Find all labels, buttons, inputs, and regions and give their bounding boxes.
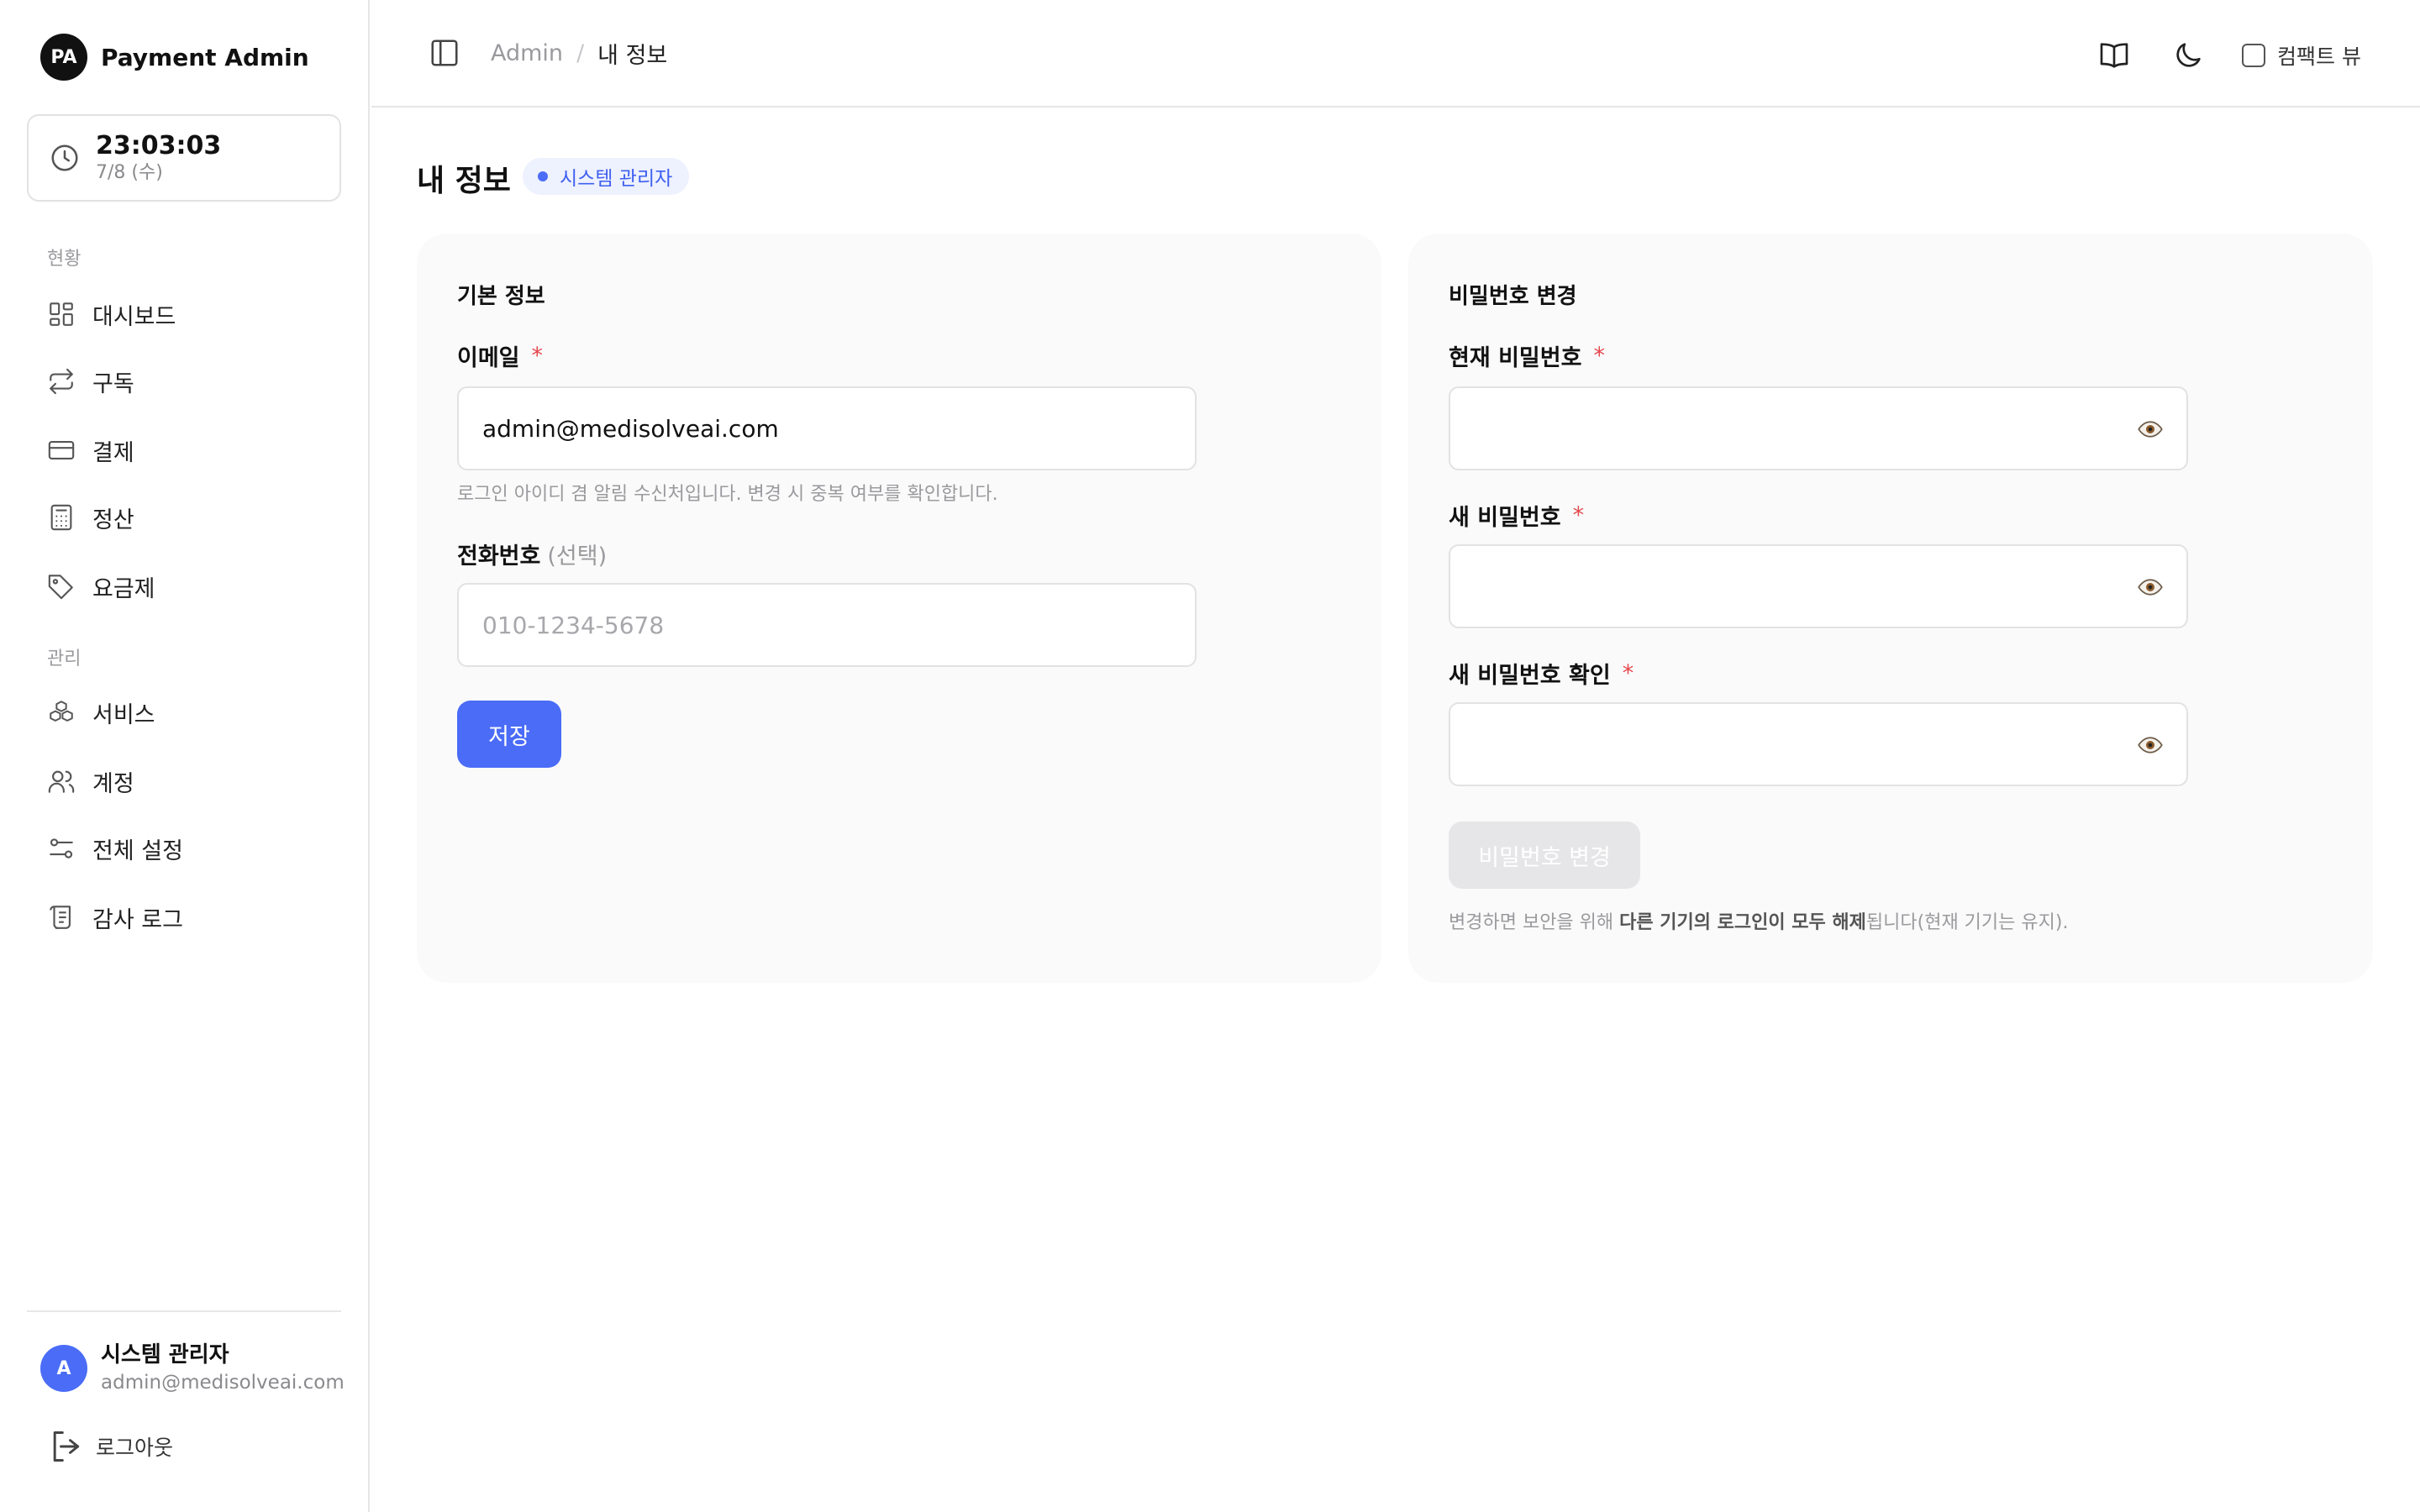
- sidebar-item-label: 전체 설정: [92, 837, 183, 864]
- save-button[interactable]: 저장: [457, 701, 561, 768]
- sidebar-item-label: 계정: [92, 770, 134, 797]
- sidebar-item-label: 대시보드: [92, 303, 176, 330]
- new-password-label-text: 새 비밀번호: [1449, 505, 1561, 531]
- user-profile[interactable]: A 시스템 관리자 admin@medisolveai.com: [40, 1341, 345, 1396]
- phone-field[interactable]: 010-1234-5678: [457, 583, 1197, 667]
- brand-title: Payment Admin: [101, 43, 309, 71]
- users-icon: [48, 770, 75, 793]
- sliders-icon: [50, 838, 73, 858]
- repeat-icon: [50, 368, 73, 395]
- current-password-field[interactable]: [1449, 386, 2188, 470]
- current-password-label: 현재 비밀번호 *: [1449, 339, 1605, 372]
- sidebar-item-label: 정산: [92, 507, 134, 533]
- new-password-field[interactable]: [1449, 544, 2188, 628]
- confirm-password-label-text: 새 비밀번호 확인: [1449, 663, 1611, 689]
- basic-info-title: 기본 정보: [457, 284, 545, 309]
- page-title: 내 정보: [417, 164, 511, 198]
- password-note: 변경하면 보안을 위해 다른 기기의 로그인이 모두 해제됩니다(현재 기기는 …: [1449, 907, 2068, 934]
- sidebar-item-accounts[interactable]: 계정: [47, 761, 134, 801]
- sidebar-divider: [27, 1310, 341, 1312]
- password-title: 비밀번호 변경: [1449, 284, 1577, 309]
- phone-label: 전화번호 (선택): [457, 538, 607, 570]
- sidebar-item-services[interactable]: 서비스: [47, 692, 155, 732]
- required-mark: *: [1593, 343, 1605, 369]
- credit-card-icon: [48, 441, 75, 459]
- basic-info-card: 기본 정보 이메일 * admin@medisolveai.com 로그인 아이…: [417, 234, 1381, 983]
- password-note-bold: 다른 기기의 로그인이 모두 해제: [1619, 912, 1866, 933]
- clock-widget: 23:03:03 7/8 (수): [27, 114, 341, 202]
- email-hint: 로그인 아이디 겸 알림 수신처입니다. 변경 시 중복 여부를 확인합니다.: [457, 484, 998, 505]
- brand[interactable]: PA Payment Admin: [40, 34, 309, 81]
- required-mark: *: [1572, 502, 1585, 528]
- logout-button[interactable]: 로그아웃: [47, 1428, 173, 1465]
- sidebar-item-label: 결제: [92, 439, 134, 466]
- section-label-manage: 관리: [47, 648, 82, 669]
- eye-icon[interactable]: [2138, 417, 2163, 442]
- required-mark: *: [531, 343, 544, 369]
- compact-view-label: 컴팩트 뷰: [2277, 45, 2361, 69]
- sidebar-item-dashboard[interactable]: 대시보드: [47, 294, 176, 334]
- breadcrumb-separator: /: [576, 40, 585, 66]
- sidebar: PA Payment Admin 23:03:03 7/8 (수) 현황 대시보…: [0, 0, 370, 1512]
- password-card: 비밀번호 변경 현재 비밀번호 * 새 비밀번호 * 새 비밀번호 확인 * 비…: [1408, 234, 2373, 983]
- new-password-label: 새 비밀번호 *: [1449, 499, 1584, 532]
- eye-icon[interactable]: [2138, 732, 2163, 758]
- sidebar-item-global-settings[interactable]: 전체 설정: [47, 828, 183, 869]
- logout-label: 로그아웃: [96, 1436, 174, 1460]
- sidebar-item-label: 서비스: [92, 701, 155, 728]
- brand-logo: PA: [40, 34, 87, 81]
- book-icon[interactable]: [2097, 39, 2131, 72]
- role-badge: 시스템 관리자: [523, 158, 690, 195]
- sidebar-toggle-icon[interactable]: [429, 37, 460, 69]
- clock-time: 23:03:03: [96, 131, 222, 160]
- scroll-icon: [50, 906, 71, 929]
- breadcrumb: Admin / 내 정보: [491, 37, 667, 70]
- phone-placeholder: 010-1234-5678: [482, 611, 665, 639]
- email-label-text: 이메일: [457, 345, 520, 371]
- sidebar-item-label: 요금제: [92, 575, 155, 602]
- compact-view-toggle[interactable]: 컴팩트 뷰: [2242, 40, 2361, 71]
- clock-date: 7/8 (수): [96, 162, 163, 183]
- clock-icon: [51, 144, 78, 171]
- user-name: 시스템 관리자: [101, 1342, 229, 1368]
- section-label-status: 현황: [47, 249, 82, 270]
- sidebar-item-settlement[interactable]: 정산: [47, 497, 134, 538]
- tag-icon: [48, 575, 73, 600]
- change-password-button[interactable]: 비밀번호 변경: [1449, 822, 1640, 889]
- role-dot: [538, 171, 548, 181]
- confirm-password-label: 새 비밀번호 확인 *: [1449, 657, 1634, 690]
- breadcrumb-current: 내 정보: [597, 43, 668, 69]
- email-field[interactable]: admin@medisolveai.com: [457, 386, 1197, 470]
- eye-icon[interactable]: [2138, 575, 2163, 600]
- compact-view-checkbox[interactable]: [2242, 44, 2266, 67]
- moon-icon[interactable]: [2171, 39, 2205, 72]
- password-note-suffix: 됩니다(현재 기기는 유지).: [1865, 912, 2069, 933]
- breadcrumb-root[interactable]: Admin: [491, 40, 563, 66]
- role-badge-label: 시스템 관리자: [560, 168, 673, 190]
- topbar: Admin / 내 정보 컴팩트 뷰: [371, 0, 2420, 108]
- dashboard-icon: [50, 302, 73, 326]
- boxes-icon: [50, 701, 73, 722]
- calculator-icon: [50, 504, 72, 531]
- logout-icon: [53, 1431, 80, 1462]
- sidebar-item-label: 감사 로그: [92, 906, 183, 933]
- confirm-password-field[interactable]: [1449, 702, 2188, 786]
- current-password-label-text: 현재 비밀번호: [1449, 345, 1582, 371]
- phone-optional: (선택): [547, 543, 608, 570]
- password-note-prefix: 변경하면 보안을 위해: [1449, 912, 1620, 933]
- email-value: admin@medisolveai.com: [482, 414, 779, 443]
- sidebar-item-pricing[interactable]: 요금제: [47, 566, 155, 606]
- sidebar-item-audit-log[interactable]: 감사 로그: [47, 897, 183, 937]
- avatar: A: [40, 1345, 87, 1392]
- phone-label-text: 전화번호: [457, 543, 541, 570]
- sidebar-item-subscriptions[interactable]: 구독: [47, 361, 134, 402]
- email-label: 이메일 *: [457, 339, 543, 372]
- required-mark: *: [1622, 660, 1634, 686]
- user-email: admin@medisolveai.com: [101, 1372, 345, 1394]
- sidebar-item-label: 구독: [92, 370, 134, 397]
- sidebar-item-payments[interactable]: 결제: [47, 430, 134, 470]
